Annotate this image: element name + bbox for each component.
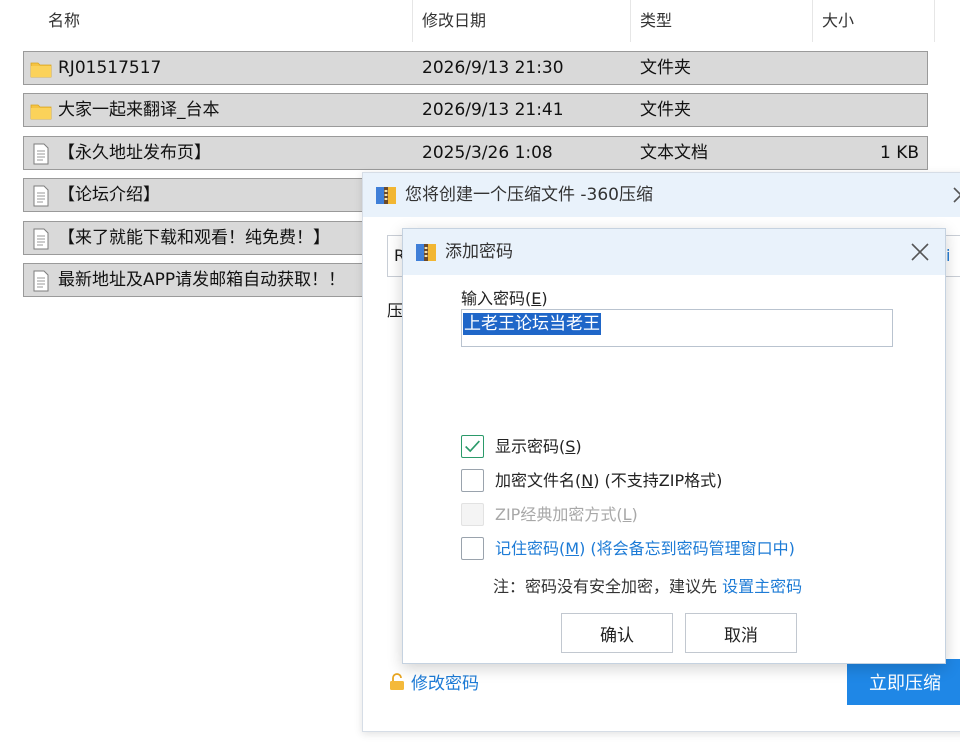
add-password-title: 添加密码 [445,242,513,262]
lock-icon [390,673,404,690]
column-divider[interactable] [812,0,813,42]
column-size-header[interactable]: 大小 [818,0,854,42]
change-password-link[interactable]: 修改密码 [389,669,479,694]
file-type: 文件夹 [640,58,691,78]
password-value-selected: 上老王论坛当老王 [463,313,601,335]
file-name: 【永久地址发布页】 [58,143,211,163]
compress-dialog-title: 您将创建一个压缩文件 -360压缩 [405,185,653,205]
file-name: 大家一起来翻译_台本 [58,100,220,120]
archive-app-icon [376,187,396,204]
file-row[interactable]: 大家一起来翻译_台本 2026/9/13 21:41 文件夹 [23,93,928,127]
archive-app-icon [416,244,436,261]
column-modified-header[interactable]: 修改日期 [418,0,486,42]
text-file-icon [33,143,49,165]
file-name: RJ01517517 [58,58,162,78]
column-divider[interactable] [934,0,935,42]
sort-ascending-icon: ^ [216,0,228,9]
file-name: 【来了就能下载和观看！纯免费！】 [58,228,330,248]
folder-icon [30,104,52,120]
set-master-password-link[interactable]: 设置主密码 [722,577,802,596]
close-icon[interactable] [909,241,931,263]
compress-dialog-titlebar[interactable]: 您将创建一个压缩文件 -360压缩 [363,173,960,217]
zip-classic-encryption-label: ZIP经典加密方式(L) [495,505,638,524]
file-modified: 2026/9/13 21:30 [422,58,564,78]
add-password-dialog: 添加密码 输入密码(E) 上老王论坛当老王 显示密码(S) 加密文件名(N) (… [402,228,946,664]
password-input[interactable]: 上老王论坛当老王 [461,309,893,347]
column-divider[interactable] [630,0,631,42]
folder-icon [30,62,52,78]
add-password-titlebar[interactable]: 添加密码 [403,229,945,275]
security-note: 注：密码没有安全加密，建议先 设置主密码 [493,573,802,597]
file-list-header: ^ 名称 修改日期 类型 大小 [0,0,960,42]
show-password-checkbox[interactable] [461,435,484,458]
compress-options-label: 压 [387,301,404,320]
remember-password-checkbox[interactable] [461,537,484,560]
security-note-text: 注：密码没有安全加密，建议先 [493,577,723,596]
text-file-icon [33,228,49,250]
show-password-label: 显示密码(S) [495,437,582,456]
path-browse-hint: i [946,246,951,265]
column-type-header[interactable]: 类型 [636,0,672,42]
file-row[interactable]: 【永久地址发布页】 2025/3/26 1:08 文本文档 1 KB [23,136,928,170]
confirm-button[interactable]: 确认 [561,613,673,653]
file-row[interactable]: RJ01517517 2026/9/13 21:30 文件夹 [23,51,928,85]
file-name: 最新地址及APP请发邮箱自动获取！！ [58,270,346,290]
text-file-icon [33,185,49,207]
encrypt-filenames-label: 加密文件名(N) (不支持ZIP格式) [495,471,723,490]
compress-now-button[interactable]: 立即压缩 [847,659,960,705]
file-type: 文件夹 [640,100,691,120]
file-modified: 2026/9/13 21:41 [422,100,564,120]
column-divider[interactable] [412,0,413,42]
remember-password-label: 记住密码(M) (将会备忘到密码管理窗口中) [495,539,795,558]
close-icon[interactable] [949,183,960,207]
file-type: 文本文档 [640,143,708,163]
change-password-label: 修改密码 [411,674,479,694]
file-modified: 2025/3/26 1:08 [422,143,553,163]
checkmark-icon [465,440,480,453]
file-size: 1 KB [879,143,919,163]
password-label: 输入密码(E) [461,289,548,308]
column-name-header[interactable]: 名称 [44,0,80,42]
encrypt-filenames-checkbox[interactable] [461,469,484,492]
text-file-icon [33,270,49,292]
zip-classic-encryption-checkbox [461,503,484,526]
cancel-button[interactable]: 取消 [685,613,797,653]
file-name: 【论坛介绍】 [58,185,160,205]
